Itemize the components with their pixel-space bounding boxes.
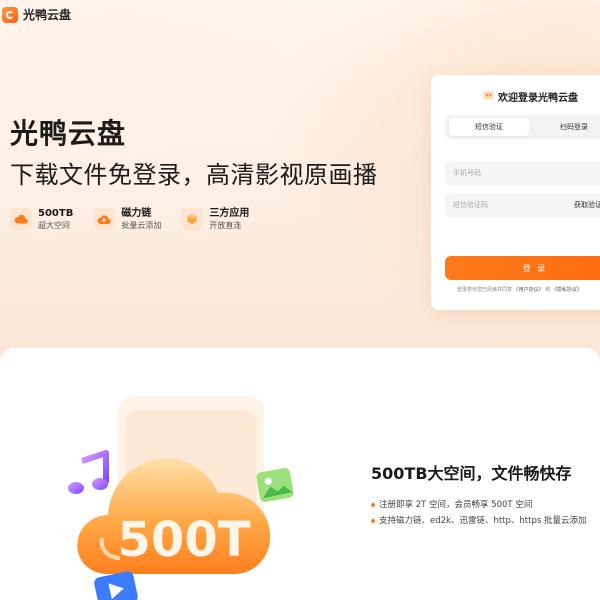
play-video-icon (94, 571, 138, 600)
feature-title: 磁力链 (121, 208, 152, 219)
section-title: 500TB大空间，文件畅快存 (371, 464, 572, 483)
bullet-item: 注册即享 2T 空间，会员畅享 500T 空间 (371, 497, 586, 513)
logo[interactable]: 光鸭云盘 (2, 6, 71, 23)
duck-icon (483, 90, 494, 103)
feature-item: 磁力链 批量云添加 (93, 207, 161, 231)
login-heading-text: 欢迎登录光鸭云盘 (498, 93, 578, 104)
box-icon (181, 208, 204, 230)
feature-item: 500TB 超大空间 (10, 207, 73, 231)
phone-input[interactable] (445, 161, 600, 185)
feature-bullets: 注册即享 2T 空间，会员畅享 500T 空间 支持磁力链、ed2k、迅雷链、h… (371, 497, 586, 529)
storage-section: 500T 500TB大空间，文件畅快存 注册即享 2T 空间，会员畅享 500T… (0, 348, 600, 600)
music-note-icon (68, 450, 109, 494)
feature-list: 500TB 超大空间 磁力链 批量云添加 三方应用 开放直连 (10, 207, 249, 231)
cloud-upload-icon (93, 208, 116, 230)
feature-desc: 超大空间 (38, 221, 70, 230)
feature-title: 500TB (38, 208, 74, 219)
login-heading: 欢迎登录光鸭云盘 (483, 89, 578, 104)
cloud-500t-illustration: 500T (68, 396, 294, 600)
login-button[interactable]: 登 录 (445, 256, 600, 280)
badge-text: 500T (118, 512, 251, 568)
image-icon (256, 468, 294, 502)
feature-title: 三方应用 (209, 208, 250, 219)
hero-section: 光鸭云盘 光鸭云盘 下载文件免登录，高清影视原画播 500TB 超大空间 磁力链… (0, 0, 600, 360)
privacy-link[interactable]: 《隐私协议》 (552, 287, 582, 293)
agreement-text: 登录表示您已阅读并同意 《用户协议》 和 《隐私协议》 (457, 286, 582, 293)
logo-icon (2, 6, 18, 23)
login-tabs: 短信验证 扫码登录 (445, 115, 600, 139)
logo-text: 光鸭云盘 (23, 8, 72, 22)
bullet-item: 支持磁力链、ed2k、迅雷链、http、https 批量云添加 (371, 513, 586, 529)
cloud-icon (10, 208, 32, 230)
get-code-button[interactable]: 获取验证 (574, 200, 600, 210)
user-agreement-link[interactable]: 《用户协议》 (514, 287, 544, 293)
tab-qrcode[interactable]: 扫码登录 (539, 118, 600, 136)
agreement-and: 和 (545, 287, 551, 293)
feature-item: 三方应用 开放直连 (181, 207, 249, 231)
tab-sms[interactable]: 短信验证 (449, 118, 529, 136)
page-subtitle: 下载文件免登录，高清影视原画播 (10, 161, 378, 189)
feature-desc: 批量云添加 (121, 221, 162, 230)
page-title: 光鸭云盘 (10, 117, 127, 150)
agreement-prefix: 登录表示您已阅读并同意 (457, 287, 513, 293)
login-card: 欢迎登录光鸭云盘 短信验证 扫码登录 获取验证 登 录 登录表示您已阅读并同意 … (431, 75, 600, 310)
feature-desc: 开放直连 (209, 221, 242, 230)
